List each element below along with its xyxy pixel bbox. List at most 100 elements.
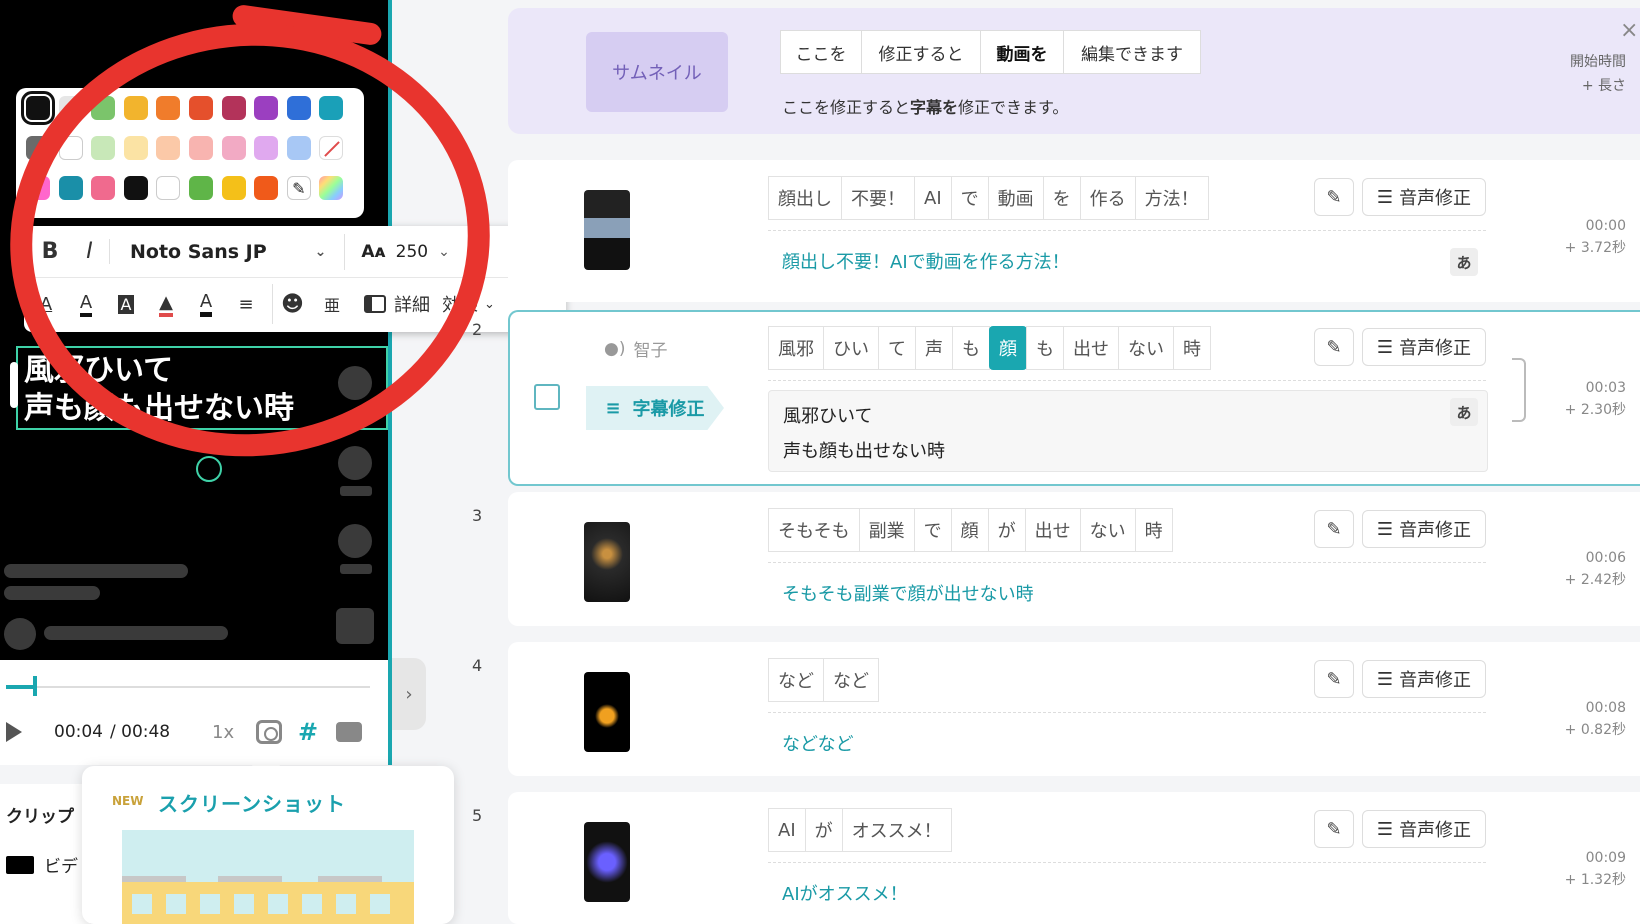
font-family-select[interactable]: Noto Sans JP ⌄: [116, 233, 346, 270]
text-color-icon[interactable]: A: [26, 284, 66, 324]
word-token[interactable]: ない: [1079, 508, 1136, 552]
playback-speed-button[interactable]: 1x: [212, 722, 234, 743]
color-swatch[interactable]: [91, 176, 116, 200]
effect-button[interactable]: 効果 ⌄: [442, 291, 495, 317]
align-icon[interactable]: ≡: [226, 284, 266, 324]
color-swatch[interactable]: [156, 136, 181, 160]
word-token[interactable]: も: [1026, 326, 1064, 370]
grid-icon[interactable]: #: [298, 720, 318, 744]
caption-icon[interactable]: [336, 722, 362, 742]
color-swatch[interactable]: [189, 96, 213, 120]
color-swatch[interactable]: [58, 96, 83, 120]
seek-handle[interactable]: [33, 676, 38, 696]
subtitle-text[interactable]: AIがオススメ！: [782, 880, 908, 906]
word-token[interactable]: 顔出し: [768, 176, 842, 220]
clip-thumbnail[interactable]: [584, 822, 630, 902]
word-token[interactable]: など: [823, 658, 879, 702]
edit-button[interactable]: ✎: [1314, 510, 1354, 548]
voice-fix-button[interactable]: ☰ 音声修正: [1362, 328, 1486, 366]
word-token[interactable]: を: [1042, 176, 1081, 220]
color-swatch[interactable]: [221, 136, 246, 160]
link-icon[interactable]: [1512, 358, 1526, 422]
text-outline-icon[interactable]: A: [66, 284, 106, 324]
word-token[interactable]: AI: [768, 808, 806, 852]
color-swatch[interactable]: [91, 96, 116, 120]
word-token[interactable]: が: [804, 808, 843, 852]
word-token[interactable]: オススメ！: [841, 808, 952, 852]
edit-button[interactable]: ✎: [1314, 178, 1354, 216]
color-swatch[interactable]: [286, 136, 311, 160]
italic-button[interactable]: I: [70, 239, 110, 264]
color-swatch[interactable]: [319, 96, 344, 120]
screenshot-icon[interactable]: [256, 720, 282, 744]
emoji-icon[interactable]: ☻: [272, 284, 312, 324]
color-swatch[interactable]: [254, 176, 279, 200]
word-token[interactable]: 作る: [1079, 176, 1136, 220]
rotate-icon[interactable]: [196, 456, 222, 482]
clip-thumbnail[interactable]: [584, 522, 630, 602]
voice-fix-button[interactable]: ☰ 音声修正: [1362, 510, 1486, 548]
word-token[interactable]: で: [950, 176, 989, 220]
color-swatch[interactable]: [26, 136, 50, 160]
word-token[interactable]: 副業: [858, 508, 915, 552]
subtitle-text[interactable]: などなど: [782, 730, 854, 756]
word-token[interactable]: て: [878, 326, 916, 370]
custom-color-swatch[interactable]: [319, 176, 344, 200]
color-swatch[interactable]: [91, 136, 116, 160]
word-token[interactable]: 出せ: [1024, 508, 1081, 552]
video-track-item[interactable]: ビデ: [6, 852, 78, 877]
collapse-panel-button[interactable]: ›: [392, 658, 426, 730]
furigana-icon[interactable]: 亜: [312, 284, 352, 324]
word-token[interactable]: 風邪: [768, 326, 824, 370]
color-swatch[interactable]: [26, 176, 50, 200]
clip-thumbnail[interactable]: [584, 672, 630, 752]
play-icon[interactable]: [6, 722, 22, 742]
text-shadow-icon[interactable]: A: [186, 284, 226, 324]
color-swatch[interactable]: [286, 96, 311, 120]
word-token[interactable]: 不要！: [841, 176, 915, 220]
highlight-icon[interactable]: ▲: [146, 284, 186, 324]
thumbnail-button[interactable]: サムネイル: [586, 32, 728, 112]
speaker-label[interactable]: ●) 智子: [604, 336, 667, 362]
word-token[interactable]: 時: [1173, 326, 1211, 370]
color-swatch[interactable]: [221, 176, 246, 200]
close-icon[interactable]: ×: [1620, 18, 1638, 43]
edit-button[interactable]: ✎: [1314, 810, 1354, 848]
bold-button[interactable]: B: [30, 239, 70, 264]
word-token[interactable]: 顔: [989, 326, 1027, 370]
word-token[interactable]: 動画: [987, 176, 1044, 220]
voice-fix-button[interactable]: ☰ 音声修正: [1362, 178, 1486, 216]
kana-toggle-button[interactable]: あ: [1450, 398, 1478, 426]
subtitle-text[interactable]: そもそも副業で顔が出せない時: [782, 580, 1034, 606]
voice-fix-button[interactable]: ☰ 音声修正: [1362, 660, 1486, 698]
resize-handle[interactable]: [10, 362, 18, 408]
word-token[interactable]: AI: [914, 176, 952, 220]
edit-button[interactable]: ✎: [1314, 328, 1354, 366]
word-token[interactable]: 声: [915, 326, 953, 370]
subtitle-fix-tag[interactable]: ≡ 字幕修正: [586, 386, 724, 430]
color-swatch[interactable]: [58, 176, 83, 200]
word-token[interactable]: など: [768, 658, 824, 702]
color-swatch[interactable]: [189, 136, 213, 160]
word-token[interactable]: で: [913, 508, 952, 552]
color-swatch[interactable]: [123, 136, 148, 160]
word-token[interactable]: 出せ: [1063, 326, 1119, 370]
color-swatch[interactable]: [156, 96, 181, 120]
subtitle-text[interactable]: 顔出し不要！AIで動画を作る方法！: [782, 248, 1070, 274]
text-background-icon[interactable]: A: [106, 284, 146, 324]
seek-track[interactable]: [6, 686, 370, 688]
no-color-swatch[interactable]: [319, 136, 344, 160]
word-token[interactable]: が: [987, 508, 1026, 552]
color-swatch[interactable]: [123, 176, 148, 200]
font-size-select[interactable]: Aᴀ 250 ⌄: [345, 242, 449, 262]
word-token[interactable]: も: [952, 326, 990, 370]
word-token[interactable]: 顔: [950, 508, 989, 552]
color-swatch[interactable]: [58, 136, 83, 160]
detail-button[interactable]: 詳細: [364, 291, 430, 317]
subtitle-edit-area[interactable]: 風邪ひいて 声も顔も出せない時: [768, 390, 1488, 472]
color-swatch[interactable]: [123, 96, 148, 120]
color-swatch[interactable]: [21, 91, 55, 125]
clip-thumbnail[interactable]: [584, 190, 630, 270]
row-checkbox[interactable]: [534, 384, 560, 410]
color-swatch[interactable]: [254, 136, 279, 160]
